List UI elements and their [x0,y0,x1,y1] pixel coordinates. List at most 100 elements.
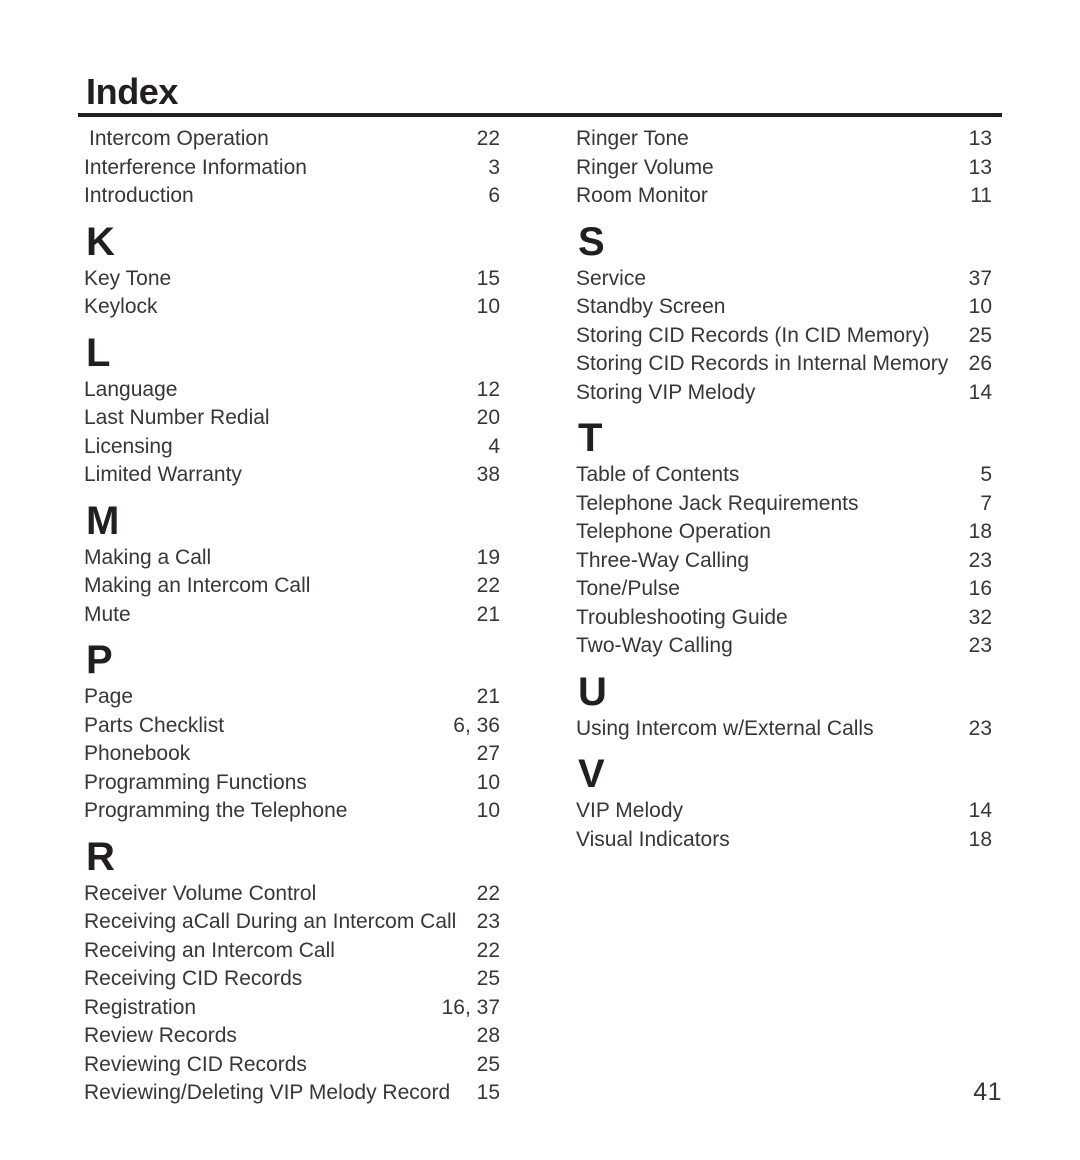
index-entry[interactable]: Keylock 10 [84,293,500,322]
index-entry-page-number: 10 [476,295,500,318]
index-entry[interactable]: Receiver Volume Control 22 [84,880,500,909]
index-entry[interactable]: Reviewing CID Records 25 [84,1051,500,1080]
index-entry[interactable]: Room Monitor 11 [576,182,992,211]
index-entry-page-number: 6, 36 [453,713,500,737]
index-entry[interactable]: Programming Functions 10 [84,769,500,798]
index-entry[interactable]: Interference Information 3 [84,154,500,183]
section-letter-r: R [86,834,115,879]
index-entry-label: Introduction [84,184,194,207]
index-entry-page-number: 18 [968,827,992,851]
index-entry[interactable]: Parts Checklist 6, 36 [84,712,500,741]
index-entry-label: Registration [84,995,197,1019]
index-entry-label: Intercom Operation [89,127,269,150]
index-entry[interactable]: Language 12 [84,376,500,405]
index-entry[interactable]: Ringer Tone 13 [576,125,992,154]
index-entry[interactable]: Registration 16, 37 [84,994,500,1023]
section-letter-m: M [86,498,120,543]
index-entry[interactable]: Telephone Jack Requirements 7 [576,490,992,519]
index-entry-label: Storing CID Records in Internal Memory [576,352,949,375]
index-entry-label: Two-Way Calling [576,634,733,657]
index-entry-page-number: 3 [488,155,500,179]
index-entry-label: Ringer Tone [576,127,689,150]
index-entry[interactable]: Telephone Operation 18 [576,518,992,547]
index-entry-label: Mute [84,602,131,626]
index-entry[interactable]: Receiving CID Records 25 [84,965,500,994]
index-entry-page-number: 32 [968,605,992,629]
index-entry-page-number: 23 [476,910,500,933]
index-entry[interactable]: Standby Screen 10 [576,293,992,322]
index-entry[interactable]: Table of Contents 5 [576,461,992,490]
index-entry-label: Receiving CID Records [84,967,303,990]
index-entry[interactable]: Mute 21 [84,601,500,630]
index-column-left: Intercom Operation 22 Interference Informa… [84,125,500,1108]
index-entry-page-number: 7 [980,491,992,515]
index-entry-page-number: 15 [476,266,500,290]
index-entry[interactable]: Programming the Telephone 10 [84,797,500,826]
index-entry-label: Service [576,266,647,290]
index-entry-label: Receiving an Intercom Call [84,938,335,962]
index-entry-page-number: 25 [968,323,992,347]
section-letter-v: V [578,752,605,796]
index-entry[interactable]: Making an Intercom Call 22 [84,572,500,601]
index-entry[interactable]: Storing CID Records (In CID Memory) 25 [576,322,992,351]
index-entry[interactable]: Receiving an Intercom Call 22 [84,937,500,966]
index-entry-page-number: 21 [476,685,500,708]
index-entry-label: Interference Information [84,155,307,179]
index-entry[interactable]: Making a Call 19 [84,544,500,573]
index-entry-page-number: 22 [476,881,500,905]
index-entry-page-number: 14 [968,380,992,404]
index-entry[interactable]: Introduction 6 [84,182,500,211]
index-entry-page-number: 18 [968,520,992,543]
index-entry[interactable]: Phonebook 27 [84,740,500,769]
section-letter-k: K [86,219,115,264]
index-entry-page-number: 19 [476,545,500,569]
index-entry-label: Table of Contents [576,463,740,486]
index-entry[interactable]: Visual Indicators 18 [576,826,992,855]
index-entry-label: Troubleshooting Guide [576,605,788,629]
section-letter-t: T [578,416,603,460]
index-entry-page-number: 10 [968,295,992,318]
index-entry-page-number: 25 [476,967,500,990]
section-letter-p: P [86,638,113,682]
index-entry[interactable]: Three-Way Calling 23 [576,547,992,576]
index-entry[interactable]: Licensing 4 [84,433,500,462]
index-entry[interactable]: VIP Melody 14 [576,797,992,826]
index-entry[interactable]: Limited Warranty 38 [84,461,500,490]
index-entry-label: Language [84,377,178,401]
index-entry-page-number: 23 [968,716,992,740]
index-entry[interactable]: Two-Way Calling 23 [576,632,992,661]
index-entry-label: Reviewing CID Records [84,1052,307,1076]
index-entry-page-number: 20 [476,406,500,429]
index-entry[interactable]: Key Tone 15 [84,265,500,294]
index-entry-label: Making a Call [84,545,212,569]
index-entry[interactable]: Service 37 [576,265,992,294]
index-entry-label: Page [84,685,134,708]
index-entry-label: Making an Intercom Call [84,574,311,597]
index-entry-page-number: 16, 37 [441,995,500,1019]
index-entry-page-number: 21 [476,602,500,626]
index-entry-label: VIP Melody [576,799,683,822]
index-entry[interactable]: Intercom Operation 22 [84,125,500,154]
index-entry[interactable]: Page 21 [84,683,500,712]
index-entry-page-number: 37 [968,266,992,290]
index-entry[interactable]: Ringer Volume 13 [576,154,992,183]
index-entry-label: Using Intercom w/External Calls [576,716,874,740]
index-entry[interactable]: Last Number Redial 20 [84,404,500,433]
index-entry[interactable]: Tone/Pulse 16 [576,575,992,604]
index-page: Index Intercom Operation 22 Interference I… [0,0,1080,1160]
index-entry-page-number: 16 [968,577,992,600]
title-underline-rule [78,113,1002,117]
index-entry-page-number: 13 [968,127,992,150]
index-entry[interactable]: Troubleshooting Guide 32 [576,604,992,633]
index-entry[interactable]: Receiving aCall During an Intercom Call 2… [84,908,500,937]
index-entry[interactable]: Storing VIP Melody 14 [576,379,992,408]
index-entry-page-number: 26 [968,352,992,375]
index-entry[interactable]: Using Intercom w/External Calls 23 [576,715,992,744]
index-entry-label: Review Records [84,1024,237,1047]
index-entry-label: Phonebook [84,742,191,765]
index-entry-label: Last Number Redial [84,406,270,429]
index-entry-label: Storing CID Records (In CID Memory) [576,323,930,347]
index-entry[interactable]: Storing CID Records in Internal Memory 26 [576,350,992,379]
index-entry-page-number: 6 [488,184,500,207]
index-entry[interactable]: Review Records 28 [84,1022,500,1051]
